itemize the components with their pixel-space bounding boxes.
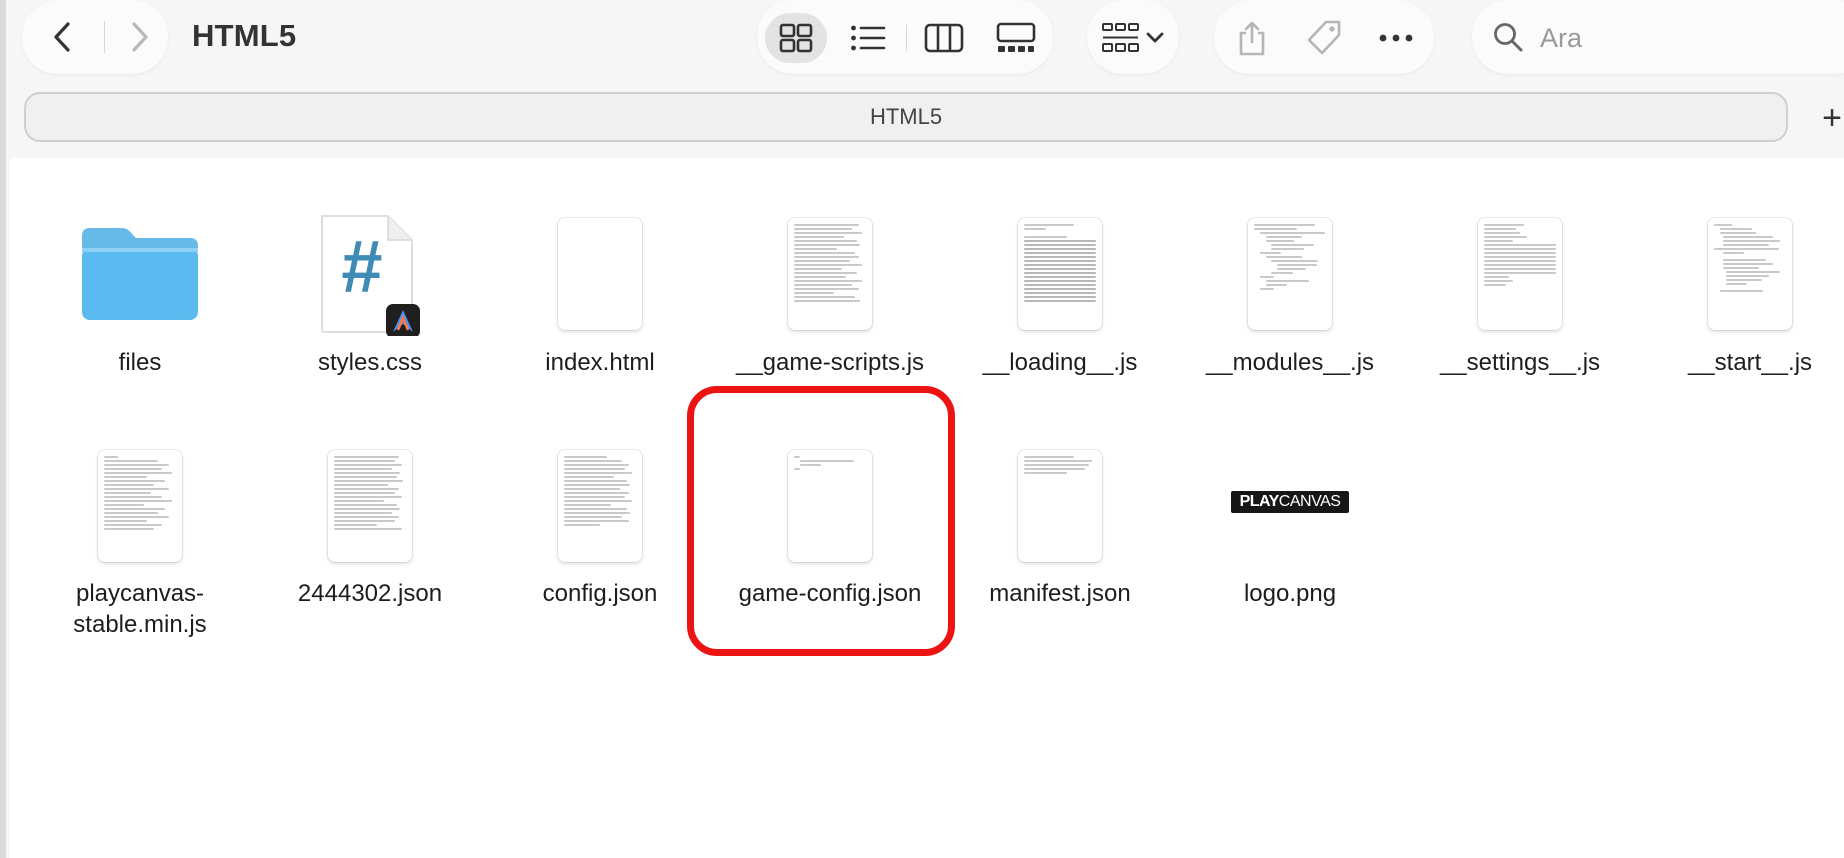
file-name: __game-scripts.js	[735, 349, 925, 376]
navigation-group	[22, 0, 168, 74]
file-item-playcanvas-stable-min-js[interactable]: playcanvas-stable.min.js	[30, 450, 250, 650]
file-name: index.html	[545, 349, 655, 376]
search-icon	[1494, 23, 1523, 52]
text-document-icon	[1018, 218, 1102, 330]
text-document-icon	[788, 218, 872, 330]
file-item-modules-js[interactable]: __modules__.js	[1180, 218, 1400, 376]
file-name: logo.png	[1243, 580, 1337, 607]
file-name: __start__.js	[1687, 349, 1813, 376]
forward-button[interactable]	[116, 13, 164, 61]
tag-icon	[1307, 20, 1341, 55]
css-file-icon: #	[321, 215, 420, 336]
image-thumbnail: PLAY CANVAS	[1231, 491, 1349, 513]
actions-group	[1214, 0, 1434, 74]
file-item-index-html[interactable]: index.html	[490, 218, 710, 376]
grid-icon	[779, 23, 813, 53]
file-name: files	[118, 349, 162, 376]
file-item-config-json[interactable]: config.json	[490, 450, 710, 607]
folder-icon	[82, 228, 198, 320]
logo-text-play: PLAY	[1239, 493, 1280, 510]
svg-text:#: #	[341, 225, 382, 308]
gallery-view-button[interactable]	[985, 13, 1047, 63]
list-icon	[851, 25, 886, 51]
window-title: HTML5	[192, 18, 297, 53]
text-document-icon	[1708, 218, 1792, 330]
chevron-left-icon	[54, 22, 70, 52]
file-item-loading-js[interactable]: __loading__.js	[950, 218, 1170, 376]
view-switcher	[757, 0, 1053, 74]
file-item-2444302-json[interactable]: 2444302.json	[260, 450, 480, 607]
plus-icon: +	[1822, 99, 1842, 137]
logo-text-canvas: CANVAS	[1278, 493, 1341, 510]
chevron-down-icon	[1146, 32, 1164, 43]
group-by-button[interactable]	[1097, 13, 1169, 63]
nav-divider	[104, 21, 105, 53]
text-document-icon	[1248, 218, 1332, 330]
file-name: config.json	[542, 580, 658, 607]
file-name: __modules__.js	[1205, 349, 1375, 376]
back-button[interactable]	[38, 13, 86, 61]
search-icon-container	[1492, 21, 1524, 58]
file-item-manifest-json[interactable]: manifest.json	[950, 450, 1170, 607]
file-name: __settings__.js	[1439, 349, 1601, 376]
file-name: game-config.json	[738, 580, 922, 607]
path-tab-label: HTML5	[869, 104, 943, 129]
tags-button[interactable]	[1296, 13, 1352, 63]
list-view-button[interactable]	[837, 13, 899, 63]
gallery-icon	[996, 22, 1036, 52]
file-item-game-scripts-js[interactable]: __game-scripts.js	[720, 218, 940, 376]
share-icon	[1239, 21, 1265, 56]
text-document-icon	[558, 450, 642, 562]
file-name: manifest.json	[989, 580, 1131, 607]
file-item-files[interactable]: files	[30, 222, 250, 376]
more-button[interactable]	[1368, 13, 1424, 63]
add-tab-button[interactable]: +	[1812, 96, 1844, 140]
columns-icon	[924, 23, 964, 53]
file-name: 2444302.json	[297, 580, 443, 607]
chevron-right-icon	[132, 22, 148, 52]
ellipsis-icon	[1379, 34, 1413, 42]
file-item-start-js[interactable]: __start__.js	[1640, 218, 1844, 376]
group-grid-icon	[1102, 23, 1139, 52]
share-button[interactable]	[1224, 13, 1280, 63]
file-grid: files # styles.css index.html __game-scr…	[10, 158, 1844, 858]
file-item-styles-css[interactable]: # styles.css	[260, 212, 480, 376]
text-document-icon	[788, 450, 872, 562]
view-divider	[906, 25, 907, 51]
column-view-button[interactable]	[913, 13, 975, 63]
text-document-icon	[1018, 450, 1102, 562]
search-field	[1472, 0, 1844, 74]
path-tab[interactable]: HTML5	[24, 92, 1788, 142]
search-input[interactable]	[1538, 16, 1842, 60]
text-document-icon	[328, 450, 412, 562]
text-document-icon	[1478, 218, 1562, 330]
file-item-logo-png[interactable]: PLAY CANVAS logo.png	[1180, 450, 1400, 607]
file-item-game-config-json[interactable]: game-config.json	[720, 450, 940, 607]
window-left-edge	[0, 0, 6, 858]
file-name: playcanvas-stable.min.js	[73, 580, 207, 638]
blank-document-icon	[558, 218, 642, 330]
icon-view-button[interactable]	[765, 13, 827, 63]
text-document-icon	[98, 450, 182, 562]
group-menu[interactable]	[1087, 0, 1179, 74]
file-name: styles.css	[317, 349, 422, 376]
file-item-settings-js[interactable]: __settings__.js	[1410, 218, 1630, 376]
file-name: __loading__.js	[982, 349, 1138, 376]
